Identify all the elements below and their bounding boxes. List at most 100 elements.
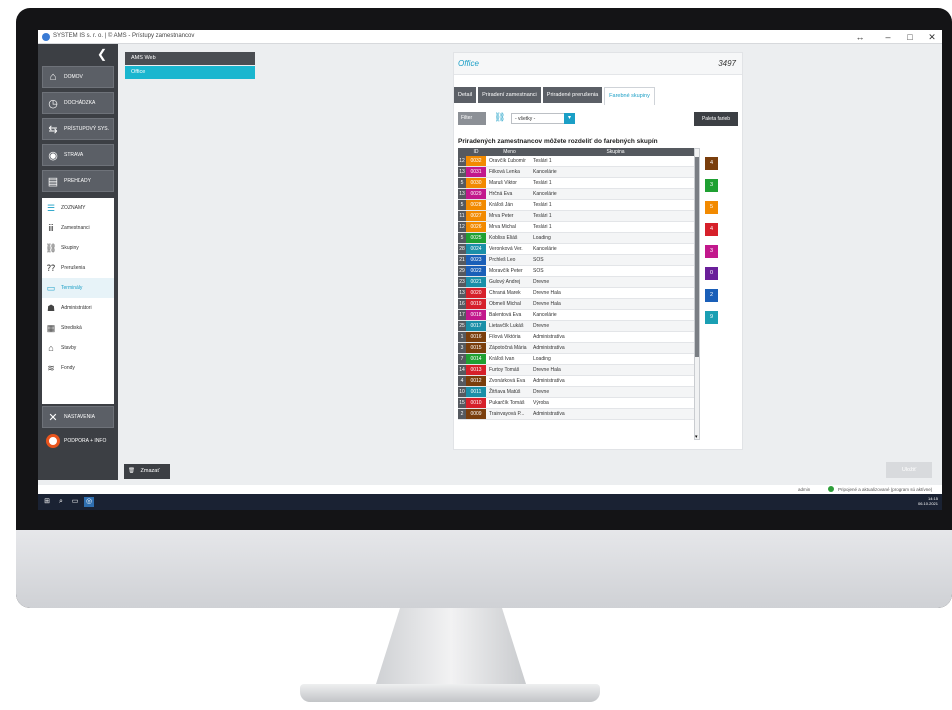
tab-assigned-employees[interactable]: Priradení zamestnanci: [478, 87, 541, 103]
color-group-square[interactable]: 3: [705, 245, 718, 258]
row-id: 0016: [466, 332, 486, 342]
table-row[interactable]: 4 0012 Zvonárková Eva Administratíva: [458, 376, 698, 387]
minimize-button[interactable]: –: [880, 31, 896, 43]
table-row[interactable]: 15 0010 Pukarčík Tomáš Výroba: [458, 398, 698, 409]
sidebar-item-funds[interactable]: ≋ Fondy: [42, 358, 114, 378]
taskbar-clock: 14:15 06.10.2021: [918, 496, 938, 506]
maximize-button[interactable]: □: [902, 31, 918, 43]
nav-home[interactable]: ⌂ DOMOV: [42, 66, 114, 88]
buildings-icon: ⌂: [48, 343, 54, 353]
table-row[interactable]: 1 0016 Fílová Viktória Administratíva: [458, 332, 698, 343]
table-row[interactable]: 25 0017 Lietavčík Lukáš Drevne: [458, 321, 698, 332]
nav-attendance[interactable]: ◷ DOCHÁDZKA: [42, 92, 114, 114]
row-group: Drevne: [533, 323, 550, 329]
row-id: 0029: [466, 189, 486, 199]
title-bar: SYSTEM IS s. r. o. | © AMS - Prístupy za…: [38, 30, 942, 44]
scrollbar-thumb[interactable]: [695, 157, 699, 357]
ams-app-icon[interactable]: ◎: [84, 497, 94, 507]
row-id: 0027: [466, 211, 486, 221]
row-group: Teslári 1: [533, 202, 552, 208]
color-group-square[interactable]: 5: [705, 201, 718, 214]
table-row[interactable]: 21 0023 Prchleš Leo SOS: [458, 255, 698, 266]
table-row[interactable]: 13 0029 Hrčná Eva Kancelárie: [458, 189, 698, 200]
table-row[interactable]: 28 0024 Veronková Ver. Kancelárie: [458, 244, 698, 255]
delete-button[interactable]: 🗑 Zmazať: [124, 464, 170, 479]
monitor-stand: [376, 608, 526, 684]
color-group-square[interactable]: 3: [705, 179, 718, 192]
table-row[interactable]: 5 0025 Kobliss Eliáš Loading: [458, 233, 698, 244]
table-row[interactable]: 16 0019 Obmelí Michal Drevne Hala: [458, 299, 698, 310]
nav-settings[interactable]: ✕ NASTAVENIA: [42, 406, 114, 428]
lifebuoy-icon: [46, 434, 60, 448]
save-label: Uložiť: [901, 467, 917, 473]
table-row[interactable]: 10 0011 Žitňava Matúš Drevne: [458, 387, 698, 398]
sidebar-item-buildings[interactable]: ⌂ Stavby: [42, 338, 114, 358]
nav-support[interactable]: PODPORA + INFO: [42, 430, 114, 452]
sidebar-item-administrators[interactable]: ☗ Administrátori: [42, 298, 114, 318]
color-group-square[interactable]: 4: [705, 223, 718, 236]
column-header-id[interactable]: ID: [466, 148, 486, 156]
sidebar-item-breaks[interactable]: ⁇ Prerušenia: [42, 258, 114, 278]
row-id: 0015: [466, 343, 486, 353]
group-select[interactable]: - všetky - ▾: [511, 113, 575, 124]
column-header-group[interactable]: Skupina: [530, 148, 698, 156]
table-row[interactable]: 2 0009 Trainvayová P... Administratíva: [458, 409, 698, 420]
table-row[interactable]: 13 0020 Chraná Marek Drevne Hala: [458, 288, 698, 299]
sidebar-item-employees[interactable]: ⅲ Zamestnanci: [42, 218, 114, 238]
sidebar-item-label: Skupiny: [61, 245, 79, 251]
start-icon[interactable]: ⊞: [42, 497, 52, 507]
color-group-square[interactable]: 0: [705, 267, 718, 280]
close-button[interactable]: ✕: [924, 31, 940, 43]
sidebar-item-terminals[interactable]: ▭ Terminály: [42, 278, 114, 298]
color-palette-button[interactable]: Paleta farieb: [694, 112, 738, 126]
save-button[interactable]: Uložiť: [886, 462, 932, 478]
table-row[interactable]: 23 0021 Gulový Andrej Drevne: [458, 277, 698, 288]
clock-icon: ◷: [48, 97, 58, 110]
tab-color-groups[interactable]: Farebné skupiny: [604, 87, 655, 105]
scroll-down-icon[interactable]: ▾: [695, 434, 698, 440]
column-header-name[interactable]: Meno: [486, 148, 530, 156]
table-row[interactable]: 12 0032 Oravčík Ľubomír Teslári 1: [458, 156, 698, 167]
row-index: 21: [458, 255, 466, 265]
restore-button[interactable]: ↔: [852, 31, 868, 43]
tab-assigned-breaks[interactable]: Priradené prerušenia: [542, 87, 603, 103]
grid-scrollbar[interactable]: ▾: [694, 148, 700, 440]
sidebar-item-groups[interactable]: ⛓ Skupiny: [42, 238, 114, 258]
status-user: admin: [798, 487, 811, 492]
table-row[interactable]: 17 0018 Balentová Eva Kancelárie: [458, 310, 698, 321]
filter-button[interactable]: Filter: [458, 112, 486, 125]
tree-item-ams-web[interactable]: AMS Web: [125, 52, 255, 65]
table-row[interactable]: 13 0031 Filková Lenka Kancelárie: [458, 167, 698, 178]
task-view-icon[interactable]: ▭: [70, 497, 80, 507]
trash-icon: 🗑: [128, 468, 135, 474]
row-group: Kancelárie: [533, 191, 557, 197]
row-index: 25: [458, 321, 466, 331]
color-group-square[interactable]: 9: [705, 311, 718, 324]
nav-food[interactable]: ◉ STRAVA: [42, 144, 114, 166]
table-row[interactable]: 7 0014 Kráľoš Ivan Loading: [458, 354, 698, 365]
sidebar-item-centers[interactable]: ▦ Strediská: [42, 318, 114, 338]
search-icon[interactable]: ⌕: [56, 497, 66, 507]
food-icon: ◉: [48, 149, 58, 162]
nav-access-system[interactable]: ⇆ PRÍSTUPOVÝ SYS.: [42, 118, 114, 140]
table-row[interactable]: 3 0015 Zápotočná Mária Administratíva: [458, 343, 698, 354]
nav-reports[interactable]: ▤ PREHĽADY: [42, 170, 114, 192]
table-row[interactable]: 5 0030 Maruš Viktor Teslári 1: [458, 178, 698, 189]
row-group: Kancelárie: [533, 312, 557, 318]
tree-item-office[interactable]: Office: [125, 66, 255, 79]
color-group-square[interactable]: 2: [705, 289, 718, 302]
row-name: Moravčík Peter: [489, 268, 523, 274]
table-row[interactable]: 14 0013 Furtoy Tomáš Drevne Hala: [458, 365, 698, 376]
table-row[interactable]: 12 0026 Mrva Michal Teslári 1: [458, 222, 698, 233]
sidebar-item-lists[interactable]: ☰ ZOZNAMY: [42, 198, 114, 218]
row-index: 13: [458, 189, 466, 199]
tab-detail[interactable]: Detail: [454, 87, 477, 103]
employees-icon: ⅲ: [48, 222, 54, 233]
table-row[interactable]: 5 0028 Kráľoš Ján Teslári 1: [458, 200, 698, 211]
sidebar-item-label: Strediská: [61, 325, 82, 331]
groups-icon: ⛓: [45, 242, 57, 253]
color-group-square[interactable]: 4: [705, 157, 718, 170]
table-row[interactable]: 11 0027 Mrva Peter Teslári 1: [458, 211, 698, 222]
table-row[interactable]: 29 0022 Moravčík Peter SOS: [458, 266, 698, 277]
sidebar-collapse-button[interactable]: ❮: [90, 46, 114, 62]
